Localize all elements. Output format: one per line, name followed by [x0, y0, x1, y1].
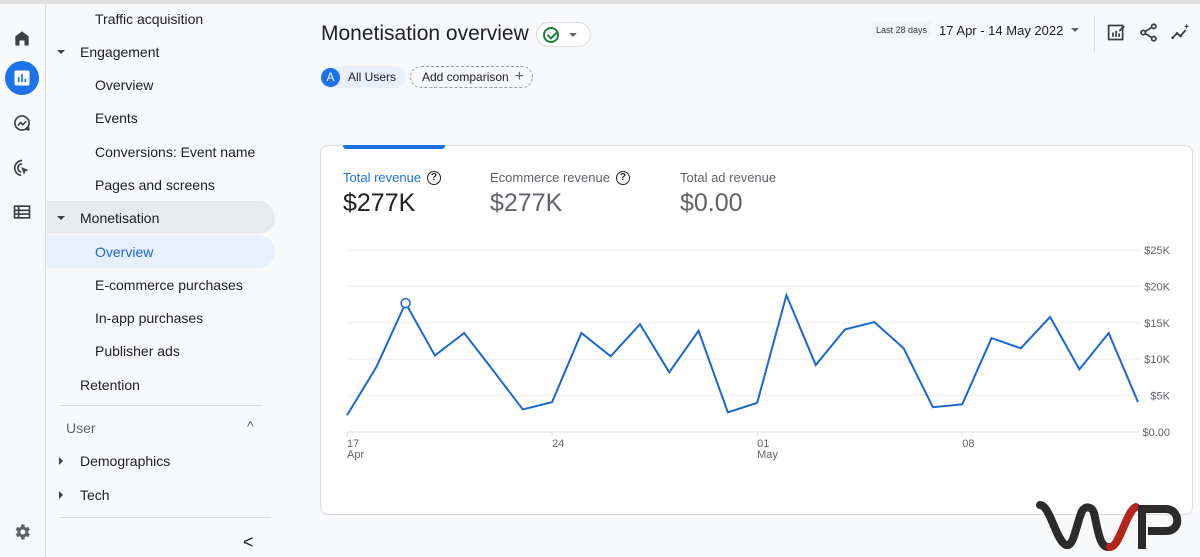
help-icon[interactable]: ? — [427, 170, 442, 185]
add-comparison-button[interactable]: Add comparison + — [410, 66, 534, 88]
nav-item-publisher-ads[interactable]: Publisher ads — [47, 334, 275, 367]
date-range-text: 17 Apr - 14 May 2022 — [939, 22, 1064, 38]
metric-total-revenue[interactable]: Total revenue? $277K — [343, 170, 442, 218]
icon-rail — [0, 4, 46, 557]
nav-item-demographics[interactable]: Demographics — [47, 444, 275, 477]
metric-value: $0.00 — [680, 189, 743, 217]
caret-right-icon — [59, 457, 63, 465]
home-icon[interactable] — [6, 22, 38, 54]
caret-down-icon — [57, 216, 65, 220]
report-status-button[interactable] — [536, 22, 591, 47]
collapse-nav-icon[interactable]: < — [243, 532, 254, 553]
plus-icon: + — [514, 68, 525, 85]
date-range-badge: Last 28 days — [872, 22, 932, 38]
nav-item-engagement[interactable]: Engagement — [47, 35, 275, 68]
revenue-card: Total revenue? $277K Ecommerce revenue? … — [320, 145, 1193, 515]
page-title: Monetisation overview — [321, 22, 529, 45]
nav-item-monetisation[interactable]: Monetisation — [47, 201, 275, 234]
nav-item-events[interactable]: Events — [47, 101, 275, 134]
nav-item-in-app-purchases[interactable]: In-app purchases — [47, 301, 275, 334]
watermark-logo — [1036, 501, 1182, 551]
insights-icon[interactable] — [1168, 20, 1192, 44]
advertising-icon[interactable] — [6, 152, 38, 184]
metric-value: $277K — [343, 189, 416, 217]
nav-item-traffic-acquisition[interactable]: Traffic acquisition — [47, 2, 275, 35]
configure-icon[interactable] — [6, 196, 38, 228]
help-icon[interactable]: ? — [615, 170, 630, 185]
nav-item-monetisation-overview[interactable]: Overview — [47, 235, 275, 268]
explore-icon[interactable] — [6, 107, 38, 139]
metric-total-ad-revenue[interactable]: Total ad revenue $0.00 — [680, 170, 776, 218]
nav-item-ecommerce-purchases[interactable]: E-commerce purchases — [47, 268, 275, 301]
share-icon[interactable] — [1136, 20, 1160, 44]
nav-divider — [59, 517, 271, 518]
segment-label: All Users — [348, 70, 397, 84]
metric-ecommerce-revenue[interactable]: Ecommerce revenue? $277K — [490, 170, 630, 218]
main-content: Monetisation overview A All Users Add co… — [284, 4, 1200, 557]
nav-item-tech[interactable]: Tech — [47, 478, 275, 511]
nav-panel: Traffic acquisition Engagement Overview … — [47, 4, 283, 557]
reports-icon[interactable] — [5, 61, 39, 95]
nav-item-pages-and-screens[interactable]: Pages and screens — [47, 168, 275, 201]
metric-value: $277K — [490, 189, 563, 217]
segment-chip-all-users[interactable]: A All Users — [321, 66, 407, 88]
active-metric-indicator — [343, 145, 445, 149]
nav-item-engagement-overview[interactable]: Overview — [47, 68, 275, 101]
settings-icon[interactable] — [6, 516, 38, 548]
segment-avatar: A — [321, 67, 340, 87]
nav-item-conversions[interactable]: Conversions: Event name — [47, 135, 275, 168]
customize-report-icon[interactable] — [1104, 20, 1128, 44]
dropdown-arrow-icon — [569, 32, 577, 37]
caret-right-icon — [59, 491, 63, 499]
chevron-up-icon[interactable]: ^ — [247, 418, 254, 434]
nav-item-retention[interactable]: Retention — [47, 368, 275, 401]
check-circle-icon — [543, 26, 559, 43]
section-user-heading: User — [66, 420, 96, 436]
date-range-picker[interactable]: Last 28 days 17 Apr - 14 May 2022 — [872, 22, 1080, 38]
toolbar-separator — [1094, 16, 1095, 52]
nav-divider — [59, 405, 262, 406]
caret-down-icon — [57, 50, 65, 54]
dropdown-arrow-icon — [1071, 28, 1080, 32]
